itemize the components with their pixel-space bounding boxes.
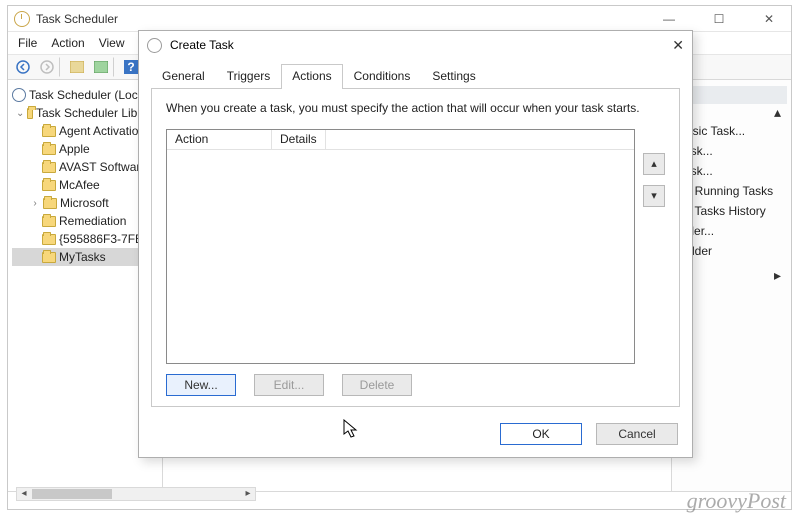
create-task-dialog: Create Task ✕ General Triggers Actions C…	[138, 30, 693, 458]
menu-view[interactable]: View	[99, 36, 125, 50]
dialog-footer: OK Cancel	[139, 415, 692, 457]
actions-pane-item[interactable]: blder...	[678, 221, 787, 241]
reorder-buttons: ▴ ▾	[643, 129, 665, 364]
folder-icon	[42, 144, 56, 155]
window-title: Task Scheduler	[36, 12, 118, 26]
tab-general[interactable]: General	[151, 64, 216, 89]
svg-text:?: ?	[127, 60, 134, 74]
instruction-text: When you create a task, you must specify…	[166, 101, 665, 115]
cancel-button[interactable]: Cancel	[596, 423, 678, 445]
dialog-close-button[interactable]: ✕	[672, 37, 684, 54]
forward-button[interactable]	[38, 57, 60, 77]
actions-collapse-icon[interactable]: ▴	[678, 104, 787, 121]
tabstrip: General Triggers Actions Conditions Sett…	[151, 63, 680, 89]
edit-button[interactable]: Edit...	[254, 374, 324, 396]
tab-conditions[interactable]: Conditions	[343, 64, 422, 89]
tree-item[interactable]: AVAST Software	[12, 158, 158, 176]
tab-settings[interactable]: Settings	[421, 64, 486, 89]
new-button[interactable]: New...	[166, 374, 236, 396]
actions-pane-item[interactable]: All Running Tasks	[678, 181, 787, 201]
dialog-title: Create Task	[170, 38, 234, 52]
dialog-body: General Triggers Actions Conditions Sett…	[139, 59, 692, 415]
tab-actions[interactable]: Actions	[281, 64, 342, 89]
column-details[interactable]: Details	[272, 130, 326, 149]
folder-icon	[42, 216, 56, 227]
actions-pane-item[interactable]: Task...	[678, 141, 787, 161]
tree-root[interactable]: Task Scheduler (Local)	[12, 86, 158, 104]
titlebar: Task Scheduler — ☐ ✕	[8, 6, 791, 32]
tree-item[interactable]: Apple	[12, 140, 158, 158]
clock-icon	[12, 88, 26, 102]
folder-icon	[42, 252, 56, 263]
menu-file[interactable]: File	[18, 36, 37, 50]
actions-listbox[interactable]: Action Details	[166, 129, 635, 364]
expand-icon[interactable]: ›	[30, 198, 40, 209]
scroll-left-icon[interactable]: ◂	[17, 488, 31, 500]
actions-pane-item[interactable]: All Tasks History	[678, 201, 787, 221]
move-down-button[interactable]: ▾	[643, 185, 665, 207]
tree-item-selected[interactable]: MyTasks	[12, 248, 158, 266]
folder-icon	[42, 162, 56, 173]
tree-item[interactable]: {595886F3-7FE…	[12, 230, 158, 248]
folder-icon	[42, 126, 56, 137]
watermark: groovyPost	[687, 488, 786, 514]
tab-panel: When you create a task, you must specify…	[151, 89, 680, 407]
folder-icon	[27, 108, 33, 119]
tab-triggers[interactable]: Triggers	[216, 64, 282, 89]
list-header: Action Details	[167, 130, 634, 150]
dialog-titlebar: Create Task ✕	[139, 31, 692, 59]
scroll-right-icon[interactable]: ▸	[241, 488, 255, 500]
folder-icon	[42, 180, 56, 191]
actions-pane-item[interactable]: Folder	[678, 241, 787, 261]
move-up-button[interactable]: ▴	[643, 153, 665, 175]
dialog-icon	[147, 38, 162, 53]
action-buttons-row: New... Edit... Delete	[166, 374, 665, 396]
ok-button[interactable]: OK	[500, 423, 582, 445]
window-controls: — ☐ ✕	[653, 12, 785, 26]
toolbar-icon-2[interactable]	[92, 57, 114, 77]
scrollbar-horizontal[interactable]: ◂ ▸	[16, 487, 256, 501]
folder-icon	[43, 198, 57, 209]
back-button[interactable]	[12, 57, 34, 77]
toolbar-icon-1[interactable]	[66, 57, 88, 77]
menu-action[interactable]: Action	[51, 36, 84, 50]
minimize-button[interactable]: —	[653, 12, 685, 26]
tree-item[interactable]: Remediation	[12, 212, 158, 230]
close-button[interactable]: ✕	[753, 12, 785, 26]
folder-icon	[42, 234, 56, 245]
tree-item[interactable]: ›Microsoft	[12, 194, 158, 212]
tree-item[interactable]: McAfee	[12, 176, 158, 194]
collapse-icon[interactable]: ⌄	[16, 108, 24, 119]
tree-library[interactable]: ⌄ Task Scheduler Library	[12, 104, 158, 122]
scroll-thumb[interactable]	[32, 489, 112, 499]
delete-button[interactable]: Delete	[342, 374, 412, 396]
maximize-button[interactable]: ☐	[703, 12, 735, 26]
actions-list-area: Action Details ▴ ▾	[166, 129, 665, 364]
task-scheduler-icon	[14, 11, 30, 27]
actions-pane-item[interactable]: Basic Task...	[678, 121, 787, 141]
tree-item[interactable]: Agent Activation	[12, 122, 158, 140]
actions-more-icon[interactable]: ▸	[678, 261, 787, 284]
column-action[interactable]: Action	[167, 130, 272, 149]
actions-pane-item[interactable]: Task...	[678, 161, 787, 181]
actions-pane-header	[678, 86, 787, 104]
